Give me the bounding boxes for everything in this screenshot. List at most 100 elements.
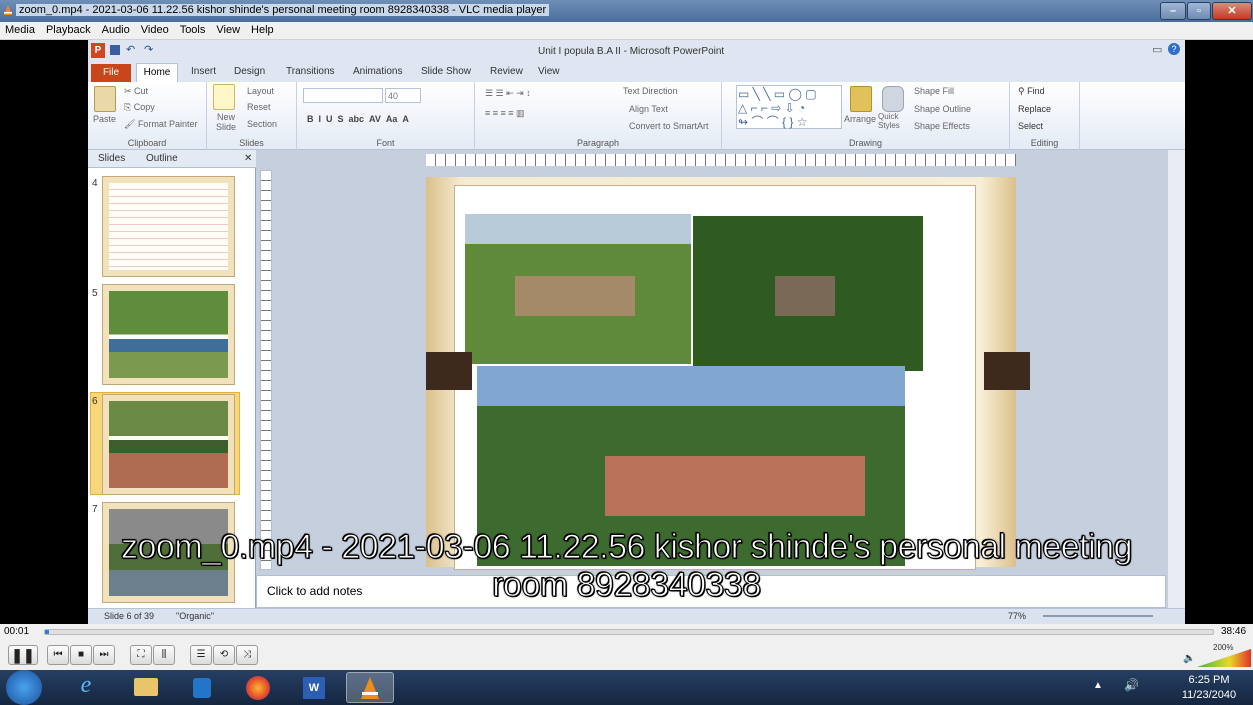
font-name-input[interactable]	[303, 88, 383, 103]
find-button[interactable]: ⚲ Find	[1018, 86, 1045, 97]
align-icons[interactable]: ≡ ≡ ≡ ≡ ▥	[485, 108, 525, 119]
volume-control[interactable]: 🔈 200%	[1183, 643, 1251, 667]
tab-slide-show[interactable]: Slide Show	[421, 66, 471, 77]
word-icon[interactable]: W	[290, 672, 338, 703]
photo-village-houses	[515, 276, 635, 316]
tab-outline[interactable]: Outline	[146, 153, 178, 164]
playlist-icon[interactable]: ☰	[190, 645, 212, 665]
drawing-group-label: Drawing	[848, 138, 882, 148]
slide-6-images	[109, 401, 228, 488]
previous-icon[interactable]: ⏮	[47, 645, 69, 665]
clock[interactable]: 6:25 PM 11/23/2040	[1175, 673, 1243, 703]
tab-design[interactable]: Design	[234, 66, 265, 77]
slide-thumbnail-4[interactable]	[102, 176, 235, 277]
tab-transitions[interactable]: Transitions	[286, 66, 335, 77]
media-player-icon[interactable]	[178, 672, 226, 703]
help-icon[interactable]: ?	[1168, 43, 1180, 55]
video-area[interactable]: P ↶ ↷ Unit I popula B.A II - Microsoft P…	[0, 40, 1253, 624]
menu-video[interactable]: Video	[136, 22, 175, 36]
firefox-icon[interactable]	[234, 672, 282, 703]
vlc-taskbar-icon[interactable]	[346, 672, 394, 703]
quick-styles-label[interactable]: Quick Styles	[878, 112, 908, 130]
tab-home[interactable]: Home	[136, 63, 178, 82]
editing-group-label: Editing	[1030, 138, 1059, 148]
seek-progress	[45, 630, 49, 634]
brush-icon: 🖌	[124, 119, 138, 129]
slide-decoration-right	[984, 352, 1030, 390]
tab-view[interactable]: View	[538, 66, 560, 77]
loop-icon[interactable]: ⟲	[213, 645, 235, 665]
close-pane-icon[interactable]: ✕	[244, 153, 252, 164]
shape-fill-button[interactable]: Shape Fill	[914, 86, 954, 96]
photo-valley-sky	[477, 366, 905, 406]
replace-button[interactable]: Replace	[1018, 104, 1051, 114]
stop-icon[interactable]: ■	[70, 645, 92, 665]
list-icons[interactable]: ☰ ☰ ⇤ ⇥ ↕	[485, 88, 531, 99]
close-button[interactable]: ✕	[1212, 2, 1252, 20]
convert-smartart-button[interactable]: Convert to SmartArt	[629, 121, 709, 131]
redo-icon[interactable]: ↷	[144, 43, 153, 56]
shuffle-icon[interactable]: ⤨	[236, 645, 258, 665]
volume-tray-icon[interactable]: 🔊	[1124, 678, 1139, 692]
font-format-buttons[interactable]: B I U S abc AV Aa A	[307, 114, 409, 124]
clipboard-label: Clipboard	[127, 138, 167, 148]
menu-audio[interactable]: Audio	[97, 22, 136, 36]
new-slide-label[interactable]: New Slide	[211, 112, 241, 132]
file-explorer-icon[interactable]	[122, 672, 170, 703]
paste-icon[interactable]	[94, 86, 116, 112]
window-title: zoom_0.mp4 - 2021-03-06 11.22.56 kishor …	[16, 4, 550, 16]
shape-effects-button[interactable]: Shape Effects	[914, 121, 970, 131]
tab-animations[interactable]: Animations	[353, 66, 402, 77]
layout-button[interactable]: Layout	[247, 86, 274, 96]
internet-explorer-icon[interactable]: e	[62, 672, 110, 703]
video-subtitle: zoom_0.mp4 - 2021-03-06 11.22.56 kishor …	[0, 528, 1253, 605]
arrange-label[interactable]: Arrange	[844, 114, 876, 124]
menu-help[interactable]: Help	[246, 22, 280, 36]
select-button[interactable]: Select	[1018, 121, 1043, 131]
cut-button[interactable]: ✂ Cut	[124, 86, 148, 97]
save-icon[interactable]	[110, 45, 120, 55]
quick-styles-icon[interactable]	[882, 86, 904, 112]
menu-tools[interactable]: Tools	[175, 22, 212, 36]
format-painter-button[interactable]: 🖌 Format Painter	[124, 119, 197, 130]
clock-date: 11/23/2040	[1181, 689, 1237, 701]
current-slide[interactable]	[426, 177, 1030, 570]
new-slide-icon[interactable]	[213, 84, 235, 110]
tab-slides[interactable]: Slides	[98, 153, 125, 164]
ribbon-minimize-icon[interactable]: ▭	[1152, 43, 1162, 56]
start-button[interactable]	[6, 670, 42, 705]
minimize-button[interactable]: –	[1160, 2, 1186, 20]
extended-settings-icon[interactable]: ⫼	[153, 645, 175, 665]
shape-outline-button[interactable]: Shape Outline	[914, 104, 971, 114]
align-text-button[interactable]: Align Text	[629, 104, 668, 114]
text-direction-button[interactable]: Text Direction	[623, 86, 678, 96]
section-button[interactable]: Section	[247, 119, 277, 129]
next-icon[interactable]: ⏭	[93, 645, 115, 665]
copy-button[interactable]: ⎘ Copy	[124, 102, 155, 113]
pause-button[interactable]: ❚❚	[8, 645, 38, 665]
tab-file[interactable]: File	[91, 64, 131, 82]
slide-thumbnail-6[interactable]	[102, 394, 235, 495]
zoom-level: 77%	[1008, 611, 1027, 621]
tray-arrow-icon[interactable]: ▲	[1093, 680, 1103, 691]
menu-media[interactable]: Media	[0, 22, 41, 36]
undo-icon[interactable]: ↶	[126, 43, 135, 56]
vlc-cone-icon	[4, 5, 12, 15]
reset-button[interactable]: Reset	[247, 102, 271, 112]
menu-view[interactable]: View	[211, 22, 246, 36]
menu-playback[interactable]: Playback	[41, 22, 97, 36]
paste-label[interactable]: Paste	[93, 114, 116, 124]
fullscreen-icon[interactable]: ⛶	[130, 645, 152, 665]
maximize-button[interactable]: ▫	[1187, 2, 1211, 20]
tab-insert[interactable]: Insert	[191, 66, 216, 77]
font-group-label: Font	[376, 138, 395, 148]
seek-bar[interactable]	[44, 629, 1214, 635]
font-size-input[interactable]: 40	[385, 88, 421, 103]
arrange-icon[interactable]	[850, 86, 872, 112]
tab-review[interactable]: Review	[490, 66, 523, 77]
shapes-gallery[interactable]: ▭ ╲ ╲ ▭ ◯ ▢ △ ⌐ ⌐ ⇨ ⇩ ◔ ↬ ⌒ ⌒ { } ☆	[736, 85, 842, 129]
taskbar: e W ▲ 🔊 6:25 PM 11/23/2040	[0, 670, 1253, 705]
volume-level: 200%	[1213, 643, 1234, 652]
slide-thumbnail-5[interactable]	[102, 284, 235, 385]
zoom-slider[interactable]	[1043, 615, 1153, 617]
